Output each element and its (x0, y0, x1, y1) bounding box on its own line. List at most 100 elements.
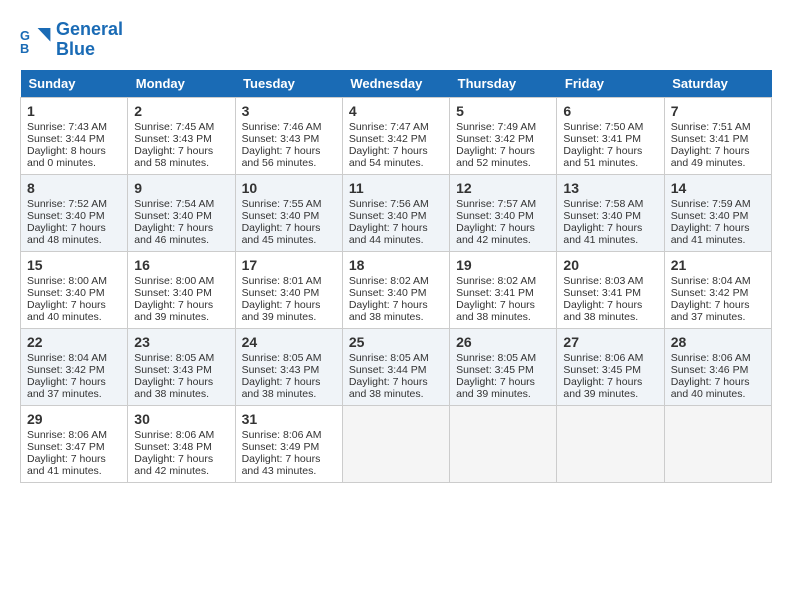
calendar-cell (557, 405, 664, 482)
sunset-label: Sunset: 3:41 PM (456, 287, 534, 299)
day-number: 3 (242, 103, 336, 119)
daylight-label: Daylight: 7 hours and 38 minutes. (563, 299, 642, 323)
col-header-friday: Friday (557, 70, 664, 98)
daylight-label: Daylight: 7 hours and 58 minutes. (134, 145, 213, 169)
daylight-label: Daylight: 7 hours and 41 minutes. (671, 222, 750, 246)
daylight-label: Daylight: 7 hours and 38 minutes. (134, 376, 213, 400)
day-number: 27 (563, 334, 657, 350)
calendar-week-1: 1 Sunrise: 7:43 AM Sunset: 3:44 PM Dayli… (21, 97, 772, 174)
day-number: 22 (27, 334, 121, 350)
sunset-label: Sunset: 3:40 PM (349, 287, 427, 299)
calendar-cell: 21 Sunrise: 8:04 AM Sunset: 3:42 PM Dayl… (664, 251, 771, 328)
calendar-cell (342, 405, 449, 482)
sunset-label: Sunset: 3:49 PM (242, 441, 320, 453)
day-number: 20 (563, 257, 657, 273)
calendar-cell: 2 Sunrise: 7:45 AM Sunset: 3:43 PM Dayli… (128, 97, 235, 174)
logo-text: General Blue (56, 20, 123, 60)
calendar-cell: 6 Sunrise: 7:50 AM Sunset: 3:41 PM Dayli… (557, 97, 664, 174)
calendar-cell: 24 Sunrise: 8:05 AM Sunset: 3:43 PM Dayl… (235, 328, 342, 405)
sunset-label: Sunset: 3:40 PM (27, 210, 105, 222)
calendar-cell: 17 Sunrise: 8:01 AM Sunset: 3:40 PM Dayl… (235, 251, 342, 328)
calendar-cell: 30 Sunrise: 8:06 AM Sunset: 3:48 PM Dayl… (128, 405, 235, 482)
daylight-label: Daylight: 7 hours and 38 minutes. (242, 376, 321, 400)
daylight-label: Daylight: 7 hours and 40 minutes. (27, 299, 106, 323)
col-header-tuesday: Tuesday (235, 70, 342, 98)
daylight-label: Daylight: 7 hours and 40 minutes. (671, 376, 750, 400)
day-number: 1 (27, 103, 121, 119)
sunset-label: Sunset: 3:41 PM (563, 287, 641, 299)
daylight-label: Daylight: 7 hours and 48 minutes. (27, 222, 106, 246)
daylight-label: Daylight: 7 hours and 45 minutes. (242, 222, 321, 246)
calendar-cell: 15 Sunrise: 8:00 AM Sunset: 3:40 PM Dayl… (21, 251, 128, 328)
calendar-cell: 20 Sunrise: 8:03 AM Sunset: 3:41 PM Dayl… (557, 251, 664, 328)
sunrise-label: Sunrise: 8:02 AM (456, 275, 536, 287)
day-number: 16 (134, 257, 228, 273)
daylight-label: Daylight: 7 hours and 44 minutes. (349, 222, 428, 246)
sunrise-label: Sunrise: 7:51 AM (671, 121, 751, 133)
sunrise-label: Sunrise: 8:05 AM (349, 352, 429, 364)
sunrise-label: Sunrise: 8:02 AM (349, 275, 429, 287)
calendar-week-5: 29 Sunrise: 8:06 AM Sunset: 3:47 PM Dayl… (21, 405, 772, 482)
svg-text:B: B (20, 41, 29, 56)
day-number: 26 (456, 334, 550, 350)
sunset-label: Sunset: 3:40 PM (134, 210, 212, 222)
sunset-label: Sunset: 3:43 PM (242, 133, 320, 145)
day-number: 8 (27, 180, 121, 196)
calendar-cell: 25 Sunrise: 8:05 AM Sunset: 3:44 PM Dayl… (342, 328, 449, 405)
sunrise-label: Sunrise: 7:52 AM (27, 198, 107, 210)
calendar-table: SundayMondayTuesdayWednesdayThursdayFrid… (20, 70, 772, 483)
col-header-wednesday: Wednesday (342, 70, 449, 98)
daylight-label: Daylight: 7 hours and 51 minutes. (563, 145, 642, 169)
daylight-label: Daylight: 7 hours and 49 minutes. (671, 145, 750, 169)
col-header-sunday: Sunday (21, 70, 128, 98)
calendar-cell: 14 Sunrise: 7:59 AM Sunset: 3:40 PM Dayl… (664, 174, 771, 251)
calendar-cell: 18 Sunrise: 8:02 AM Sunset: 3:40 PM Dayl… (342, 251, 449, 328)
sunrise-label: Sunrise: 7:59 AM (671, 198, 751, 210)
sunset-label: Sunset: 3:41 PM (563, 133, 641, 145)
sunrise-label: Sunrise: 8:01 AM (242, 275, 322, 287)
day-number: 30 (134, 411, 228, 427)
daylight-label: Daylight: 7 hours and 38 minutes. (349, 299, 428, 323)
sunset-label: Sunset: 3:40 PM (27, 287, 105, 299)
daylight-label: Daylight: 7 hours and 39 minutes. (134, 299, 213, 323)
sunrise-label: Sunrise: 8:06 AM (671, 352, 751, 364)
sunrise-label: Sunrise: 7:56 AM (349, 198, 429, 210)
calendar-cell: 22 Sunrise: 8:04 AM Sunset: 3:42 PM Dayl… (21, 328, 128, 405)
calendar-cell: 27 Sunrise: 8:06 AM Sunset: 3:45 PM Dayl… (557, 328, 664, 405)
calendar-cell: 19 Sunrise: 8:02 AM Sunset: 3:41 PM Dayl… (450, 251, 557, 328)
day-number: 5 (456, 103, 550, 119)
day-number: 28 (671, 334, 765, 350)
header-row: SundayMondayTuesdayWednesdayThursdayFrid… (21, 70, 772, 98)
sunrise-label: Sunrise: 7:47 AM (349, 121, 429, 133)
calendar-cell: 7 Sunrise: 7:51 AM Sunset: 3:41 PM Dayli… (664, 97, 771, 174)
header: G B General Blue (20, 20, 772, 60)
calendar-cell: 28 Sunrise: 8:06 AM Sunset: 3:46 PM Dayl… (664, 328, 771, 405)
sunrise-label: Sunrise: 7:46 AM (242, 121, 322, 133)
sunrise-label: Sunrise: 7:45 AM (134, 121, 214, 133)
sunrise-label: Sunrise: 7:55 AM (242, 198, 322, 210)
daylight-label: Daylight: 7 hours and 42 minutes. (456, 222, 535, 246)
sunrise-label: Sunrise: 8:04 AM (27, 352, 107, 364)
sunset-label: Sunset: 3:42 PM (349, 133, 427, 145)
calendar-week-4: 22 Sunrise: 8:04 AM Sunset: 3:42 PM Dayl… (21, 328, 772, 405)
daylight-label: Daylight: 7 hours and 46 minutes. (134, 222, 213, 246)
col-header-monday: Monday (128, 70, 235, 98)
sunset-label: Sunset: 3:40 PM (456, 210, 534, 222)
sunrise-label: Sunrise: 7:57 AM (456, 198, 536, 210)
day-number: 17 (242, 257, 336, 273)
sunrise-label: Sunrise: 8:05 AM (134, 352, 214, 364)
sunset-label: Sunset: 3:47 PM (27, 441, 105, 453)
day-number: 24 (242, 334, 336, 350)
sunset-label: Sunset: 3:40 PM (349, 210, 427, 222)
logo: G B General Blue (20, 20, 123, 60)
col-header-thursday: Thursday (450, 70, 557, 98)
day-number: 2 (134, 103, 228, 119)
day-number: 13 (563, 180, 657, 196)
daylight-label: Daylight: 7 hours and 39 minutes. (563, 376, 642, 400)
sunset-label: Sunset: 3:44 PM (349, 364, 427, 376)
sunrise-label: Sunrise: 8:03 AM (563, 275, 643, 287)
calendar-cell (664, 405, 771, 482)
sunrise-label: Sunrise: 8:04 AM (671, 275, 751, 287)
daylight-label: Daylight: 7 hours and 37 minutes. (671, 299, 750, 323)
col-header-saturday: Saturday (664, 70, 771, 98)
